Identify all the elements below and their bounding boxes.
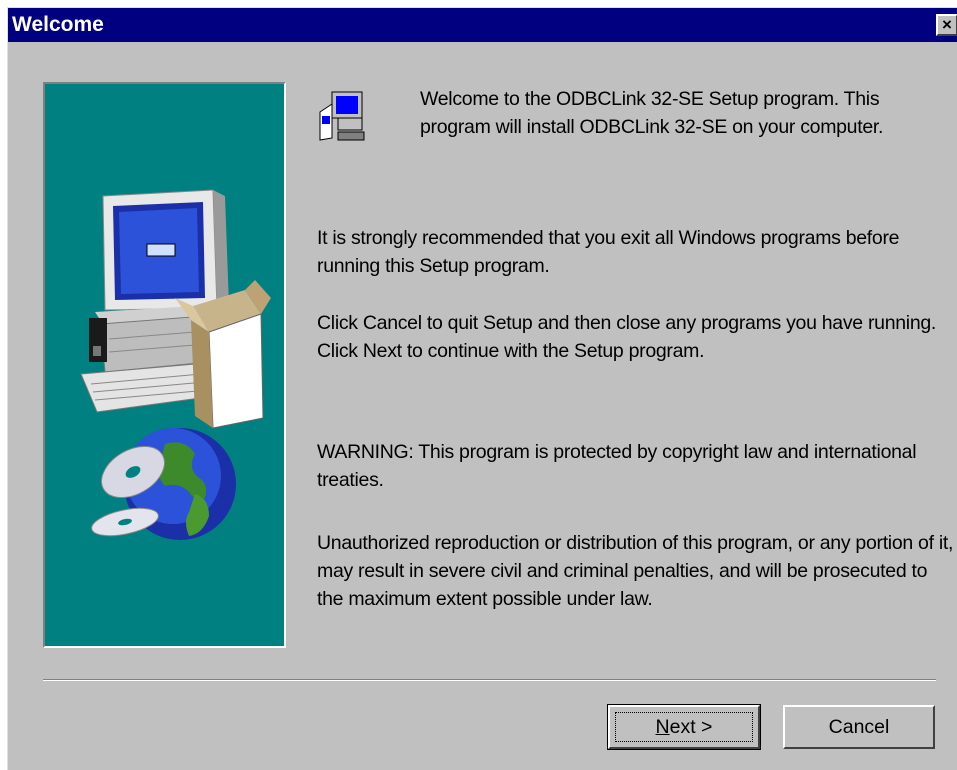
computer-globe-illustration [80,189,271,540]
button-separator [43,679,936,681]
computer-setup-icon [319,91,365,141]
cancel-button[interactable]: Cancel [783,705,935,749]
welcome-message: Welcome to the ODBCLink 32-SE Setup prog… [420,88,884,138]
window-title: Welcome [12,13,104,36]
unauthorized-use-notice: Unauthorized reproduction or distributio… [317,532,954,610]
cancel-instructions-message: Click Cancel to quit Setup and then clos… [317,312,937,362]
title-bar[interactable]: Welcome × [8,8,957,42]
recommendation-message: It is strongly recommended that you exit… [317,227,900,277]
focus-rectangle [615,712,753,742]
copyright-warning: WARNING: This program is protected by co… [317,441,917,491]
close-icon: × [942,15,952,34]
next-button[interactable]: Next > [607,704,761,750]
welcome-illustration-panel [43,82,286,648]
close-button[interactable]: × [936,14,957,36]
cancel-label: Cancel [828,716,890,738]
setup-dialog: Welcome × Welcome to the ODBCLink 32-SE … [7,7,957,770]
